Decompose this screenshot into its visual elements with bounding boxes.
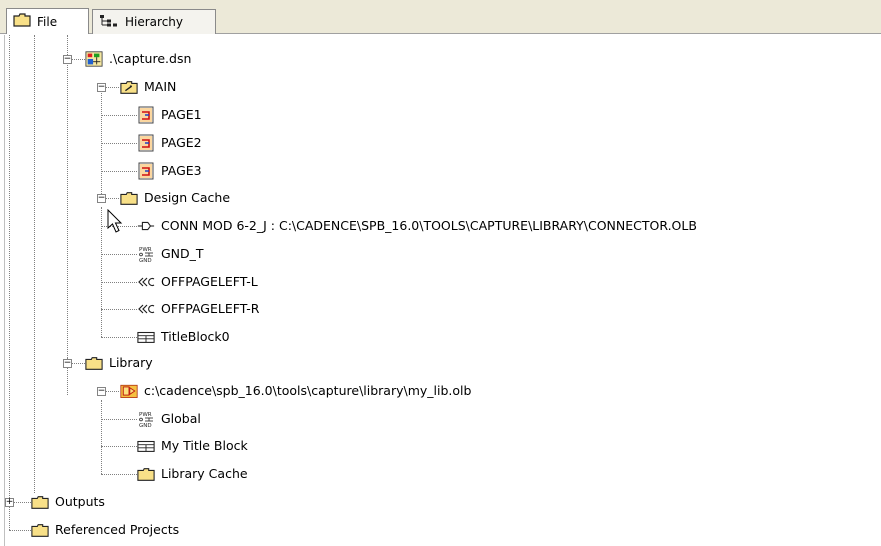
svg-text:PWR: PWR xyxy=(139,412,152,418)
collapse-toggle[interactable]: − xyxy=(97,386,106,396)
tree-node-global[interactable]: PWR GND Global xyxy=(137,409,201,429)
tree-line xyxy=(34,35,35,493)
tree-line xyxy=(101,115,137,116)
tree-line xyxy=(9,35,10,530)
title-block-icon xyxy=(137,438,155,454)
tab-hierarchy[interactable]: Hierarchy xyxy=(92,9,216,34)
svg-text:GND: GND xyxy=(139,423,152,428)
tree-node-label: Outputs xyxy=(55,494,105,509)
tree-node-library[interactable]: Library xyxy=(85,353,153,373)
tab-file-label: File xyxy=(37,14,58,29)
tree-node-label: c:\cadence\spb_16.0\tools\capture\librar… xyxy=(144,383,472,398)
tree-node-label: GND_T xyxy=(161,246,204,261)
tree-node-referenced-projects[interactable]: Referenced Projects xyxy=(31,520,179,540)
tree-node-label: Library xyxy=(109,355,153,370)
tree-node-offpage-l[interactable]: OFFPAGELEFT-L xyxy=(137,272,258,292)
tree-line xyxy=(101,282,137,283)
tree-node-label: MAIN xyxy=(144,79,177,94)
tree-node-library-file[interactable]: c:\cadence\spb_16.0\tools\capture\librar… xyxy=(120,381,471,401)
tree-node-main[interactable]: MAIN xyxy=(120,77,176,97)
collapse-toggle[interactable]: − xyxy=(63,358,72,368)
design-icon xyxy=(85,51,103,67)
tree-line xyxy=(101,446,137,447)
tree-node-label: PAGE1 xyxy=(161,107,202,122)
tree-node-label: .\capture.dsn xyxy=(109,51,192,66)
tree-node-label: Library Cache xyxy=(161,466,248,481)
tree-node-label: TitleBlock0 xyxy=(161,329,230,344)
tree-line xyxy=(101,474,137,475)
tree-node-gnd-t[interactable]: PWR GND GND_T xyxy=(137,244,204,264)
library-file-icon xyxy=(120,383,138,399)
folder-icon xyxy=(31,522,49,538)
offpage-icon xyxy=(137,274,155,290)
tree-node-titleblock0[interactable]: TitleBlock0 xyxy=(137,327,230,347)
tab-file[interactable]: File xyxy=(6,8,89,34)
tree-node-label: PAGE3 xyxy=(161,163,202,178)
collapse-toggle[interactable]: − xyxy=(97,193,106,203)
mouse-cursor-icon xyxy=(107,208,125,238)
tab-hierarchy-label: Hierarchy xyxy=(125,15,184,29)
tree-line xyxy=(101,309,137,310)
tree-node-label: OFFPAGELEFT-L xyxy=(161,274,258,289)
tree-node-library-cache[interactable]: Library Cache xyxy=(137,464,248,484)
tree-line xyxy=(101,171,137,172)
tree-node-page1[interactable]: PAGE1 xyxy=(137,105,202,125)
page-icon xyxy=(137,106,155,124)
tree-line xyxy=(101,337,137,338)
tree-line xyxy=(9,530,31,531)
tree-line xyxy=(101,143,137,144)
expand-toggle[interactable]: + xyxy=(5,497,14,507)
power-ground-icon: PWR GND xyxy=(137,411,155,428)
folder-icon xyxy=(31,494,49,510)
tree-node-page2[interactable]: PAGE2 xyxy=(137,133,202,153)
tree-node-page3[interactable]: PAGE3 xyxy=(137,161,202,181)
tree-node-label: Referenced Projects xyxy=(55,522,180,537)
tree-line xyxy=(101,400,102,474)
collapse-toggle[interactable]: − xyxy=(97,82,106,92)
title-block-icon xyxy=(137,329,155,345)
tree-node-conn-mod[interactable]: CONN MOD 6-2_J : C:\CADENCE\SPB_16.0\TOO… xyxy=(137,216,697,236)
tree-line xyxy=(67,59,68,362)
tree-node-outputs[interactable]: Outputs xyxy=(31,492,105,512)
schematic-folder-icon xyxy=(120,79,138,95)
connector-icon xyxy=(137,218,155,234)
hierarchy-icon xyxy=(99,14,119,31)
tree-node-design[interactable]: .\capture.dsn xyxy=(85,49,191,69)
tree-node-label: Global xyxy=(161,411,201,426)
tree-node-design-cache[interactable]: Design Cache xyxy=(120,188,230,208)
collapse-toggle[interactable]: − xyxy=(63,54,72,64)
tree-node-label: PAGE2 xyxy=(161,135,202,150)
folder-icon xyxy=(85,355,103,371)
tree-line xyxy=(101,419,137,420)
tree-line xyxy=(101,254,137,255)
power-ground-icon: PWR GND xyxy=(137,246,155,263)
offpage-icon xyxy=(137,301,155,317)
page-icon xyxy=(137,162,155,180)
tree-node-offpage-r[interactable]: OFFPAGELEFT-R xyxy=(137,299,259,319)
svg-text:GND: GND xyxy=(139,258,152,263)
project-tree[interactable]: − − − − − + .\capture.dsn MAIN PAGE1 PAG… xyxy=(0,35,881,546)
tab-bar: File Hierarchy xyxy=(0,0,881,34)
tree-node-label: OFFPAGELEFT-R xyxy=(161,301,260,316)
svg-text:PWR: PWR xyxy=(139,247,152,253)
folder-icon xyxy=(120,190,138,206)
page-icon xyxy=(137,134,155,152)
tree-node-label: My Title Block xyxy=(161,438,248,453)
tree-node-label: CONN MOD 6-2_J : C:\CADENCE\SPB_16.0\TOO… xyxy=(161,218,697,233)
tree-node-label: Design Cache xyxy=(144,190,231,205)
folder-icon xyxy=(137,466,155,482)
folder-icon xyxy=(13,13,31,30)
tree-node-my-title-block[interactable]: My Title Block xyxy=(137,436,248,456)
